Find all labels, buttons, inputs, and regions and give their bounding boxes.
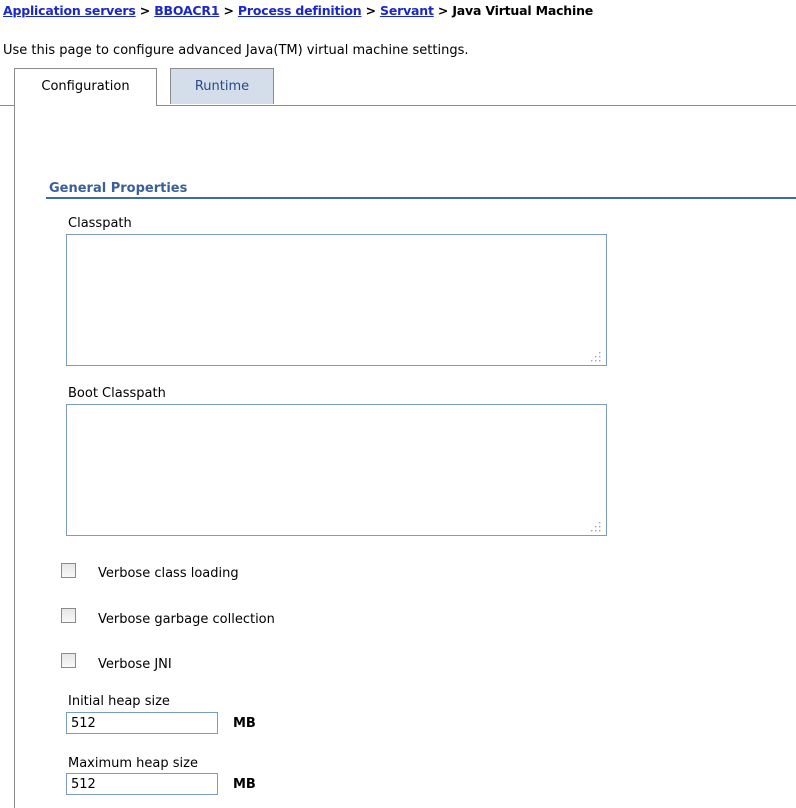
section-title: General Properties [49, 181, 188, 196]
breadcrumb-link-servant[interactable]: Servant [380, 3, 434, 18]
verbose-class-loading-checkbox[interactable] [61, 563, 76, 578]
initial-heap-size-label: Initial heap size [68, 694, 170, 709]
page-description: Use this page to configure advanced Java… [3, 43, 469, 58]
initial-heap-unit: MB [233, 716, 256, 731]
tab-configuration[interactable]: Configuration [14, 68, 157, 106]
tab-runtime[interactable]: Runtime [170, 68, 274, 104]
breadcrumb: Application servers > BBOACR1 > Process … [3, 3, 593, 18]
breadcrumb-current: Java Virtual Machine [452, 3, 594, 18]
tab-bar: Configuration Runtime [0, 68, 796, 106]
verbose-jni-checkbox[interactable] [61, 653, 76, 668]
section-divider [46, 197, 796, 199]
tab-divider-line [157, 105, 796, 106]
breadcrumb-link-process-definition[interactable]: Process definition [238, 3, 362, 18]
boot-classpath-textarea[interactable] [66, 404, 607, 536]
maximum-heap-size-label: Maximum heap size [68, 756, 198, 771]
classpath-textarea[interactable] [66, 234, 607, 366]
classpath-label: Classpath [68, 216, 132, 231]
tab-divider-line [0, 105, 15, 106]
verbose-gc-label[interactable]: Verbose garbage collection [98, 612, 275, 627]
breadcrumb-link-bboacr1[interactable]: BBOACR1 [154, 3, 219, 18]
resize-grip-icon[interactable] [590, 521, 602, 533]
verbose-class-loading-label[interactable]: Verbose class loading [98, 566, 239, 581]
resize-grip-icon[interactable] [590, 351, 602, 363]
breadcrumb-separator: > [365, 3, 381, 18]
content-panel-border [14, 105, 15, 808]
breadcrumb-separator: > [139, 3, 155, 18]
boot-classpath-label: Boot Classpath [68, 386, 166, 401]
breadcrumb-separator: > [223, 3, 238, 18]
verbose-gc-checkbox[interactable] [61, 608, 76, 623]
maximum-heap-unit: MB [233, 777, 256, 792]
initial-heap-size-input[interactable] [66, 712, 218, 734]
verbose-jni-label[interactable]: Verbose JNI [98, 657, 172, 672]
breadcrumb-link-application-servers[interactable]: Application servers [3, 3, 136, 18]
maximum-heap-size-input[interactable] [66, 773, 218, 795]
breadcrumb-separator: > [437, 3, 453, 18]
